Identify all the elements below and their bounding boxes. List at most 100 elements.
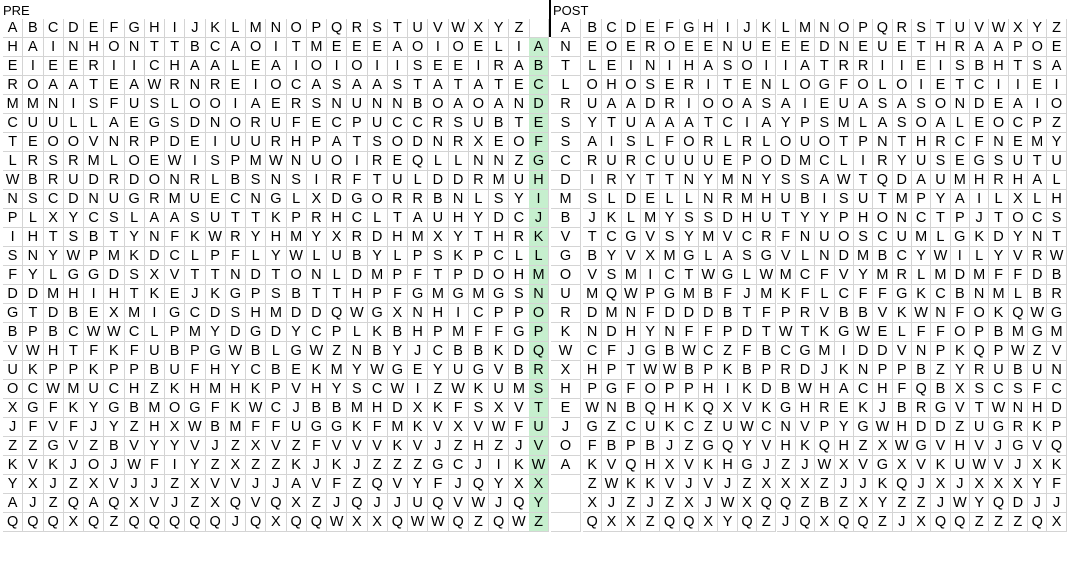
post-cell[interactable]: I (911, 76, 932, 95)
pre-cell[interactable]: A (327, 133, 348, 152)
pre-cell[interactable]: B (428, 190, 449, 209)
pre-cell[interactable]: S (63, 228, 84, 247)
post-cell[interactable]: F (621, 380, 642, 399)
post-cell[interactable]: U (795, 133, 816, 152)
pre-cell[interactable]: H (205, 361, 226, 380)
pre-cell[interactable]: P (165, 323, 186, 342)
pre-cell[interactable]: K (63, 399, 84, 418)
post-cell[interactable]: U (911, 152, 932, 171)
pre-cell[interactable]: G (448, 285, 469, 304)
pre-cell[interactable]: Y (185, 456, 206, 475)
post-cell[interactable]: V (873, 304, 893, 323)
pre-cell[interactable]: I (327, 57, 348, 76)
post-cell[interactable]: Y (1008, 228, 1029, 247)
pre-cell[interactable]: X (367, 513, 388, 532)
post-cell[interactable]: R (970, 361, 990, 380)
pre-cell[interactable]: L (387, 247, 408, 266)
pre-cell[interactable]: S (408, 57, 429, 76)
pre-cell[interactable]: V (124, 437, 145, 456)
pre-cell[interactable]: J (367, 494, 388, 513)
post-cell[interactable]: R (641, 38, 661, 57)
post-cell[interactable]: F (776, 228, 796, 247)
post-cell[interactable]: A (737, 95, 758, 114)
pre-cell[interactable]: X (63, 513, 84, 532)
post-cell[interactable]: K (873, 475, 893, 494)
pre-cell[interactable]: D (205, 304, 226, 323)
post-cell[interactable]: K (970, 228, 990, 247)
post-cell[interactable]: N (660, 323, 680, 342)
pre-cell[interactable]: Q (225, 494, 246, 513)
post-cell[interactable]: F (911, 323, 932, 342)
post-cell[interactable]: G (834, 323, 854, 342)
post-cell[interactable]: X (776, 475, 796, 494)
post-cell[interactable]: V (737, 399, 758, 418)
post-cell[interactable]: J (892, 513, 912, 532)
pre-cell[interactable]: X (428, 228, 449, 247)
post-cell[interactable]: O (873, 209, 893, 228)
pre-cell[interactable]: A (286, 475, 307, 494)
post-cell[interactable]: T (583, 228, 603, 247)
post-cell[interactable]: J (757, 456, 777, 475)
post-cell[interactable]: Z (931, 361, 951, 380)
pre-cell[interactable]: M (489, 171, 510, 190)
pre-cell[interactable]: F (468, 323, 489, 342)
post-cell[interactable]: P (1008, 38, 1029, 57)
post-cell[interactable]: Z (834, 494, 854, 513)
pre-cell[interactable]: K (266, 209, 287, 228)
pre-cell[interactable]: L (468, 190, 489, 209)
post-cell[interactable]: P (641, 285, 661, 304)
post-cell[interactable]: T (989, 209, 1009, 228)
post-cell[interactable]: B (583, 247, 603, 266)
post-cell[interactable]: A (757, 114, 777, 133)
pre-cell[interactable]: J (509, 437, 530, 456)
pre-cell[interactable]: F (286, 114, 307, 133)
pre-cell[interactable]: K (468, 380, 489, 399)
pre-cell[interactable]: B (23, 171, 44, 190)
pre-cell[interactable]: G (124, 190, 145, 209)
pre-cell[interactable]: W (448, 380, 469, 399)
post-cell[interactable]: T (699, 114, 719, 133)
pre-cell[interactable]: E (246, 57, 267, 76)
post-cell[interactable]: X (602, 513, 622, 532)
pre-cell[interactable]: D (266, 323, 287, 342)
post-cell[interactable]: K (583, 456, 603, 475)
pre-cell[interactable]: T (387, 209, 408, 228)
pre-cell[interactable]: H (165, 57, 186, 76)
pre-cell[interactable]: J (205, 437, 226, 456)
pre-cell[interactable]: L (144, 323, 165, 342)
pre-cell[interactable]: C (63, 323, 84, 342)
pre-cell[interactable]: M (387, 418, 408, 437)
post-cell[interactable]: V (950, 399, 970, 418)
pre-cell[interactable]: Y (124, 228, 145, 247)
post-cell[interactable]: P (660, 380, 680, 399)
post-cell[interactable]: T (815, 57, 835, 76)
pre-cell[interactable]: W (246, 399, 267, 418)
pre-cell[interactable]: R (165, 76, 186, 95)
post-cell[interactable]: A (1008, 95, 1029, 114)
post-cell[interactable]: U (1008, 152, 1029, 171)
post-cell[interactable]: L (699, 247, 719, 266)
pre-cell[interactable]: P (266, 380, 287, 399)
pre-cell[interactable]: Y (205, 323, 226, 342)
pre-cell[interactable]: E (428, 57, 449, 76)
pre-cell[interactable]: N (286, 152, 307, 171)
post-cell[interactable]: M (602, 304, 622, 323)
pre-cell[interactable]: Y (3, 475, 24, 494)
post-cell[interactable]: U (815, 228, 835, 247)
post-cell[interactable]: K (853, 399, 874, 418)
post-cell[interactable]: B (970, 57, 990, 76)
pre-cell[interactable]: Z (144, 380, 165, 399)
post-cell[interactable]: G (641, 342, 661, 361)
pre-cell[interactable]: N (43, 95, 64, 114)
pre-cell[interactable]: Y (509, 190, 530, 209)
pre-cell[interactable]: L (266, 342, 287, 361)
post-cell[interactable]: V (1008, 247, 1029, 266)
post-cell[interactable]: O (583, 76, 603, 95)
pre-cell[interactable]: O (306, 57, 327, 76)
pre-cell[interactable]: R (144, 190, 165, 209)
pre-cell[interactable]: O (387, 133, 408, 152)
post-cell[interactable]: Y (989, 247, 1009, 266)
pre-cell[interactable]: V (509, 399, 530, 418)
pre-cell[interactable]: I (185, 152, 206, 171)
post-first-cell[interactable]: O (551, 437, 581, 456)
